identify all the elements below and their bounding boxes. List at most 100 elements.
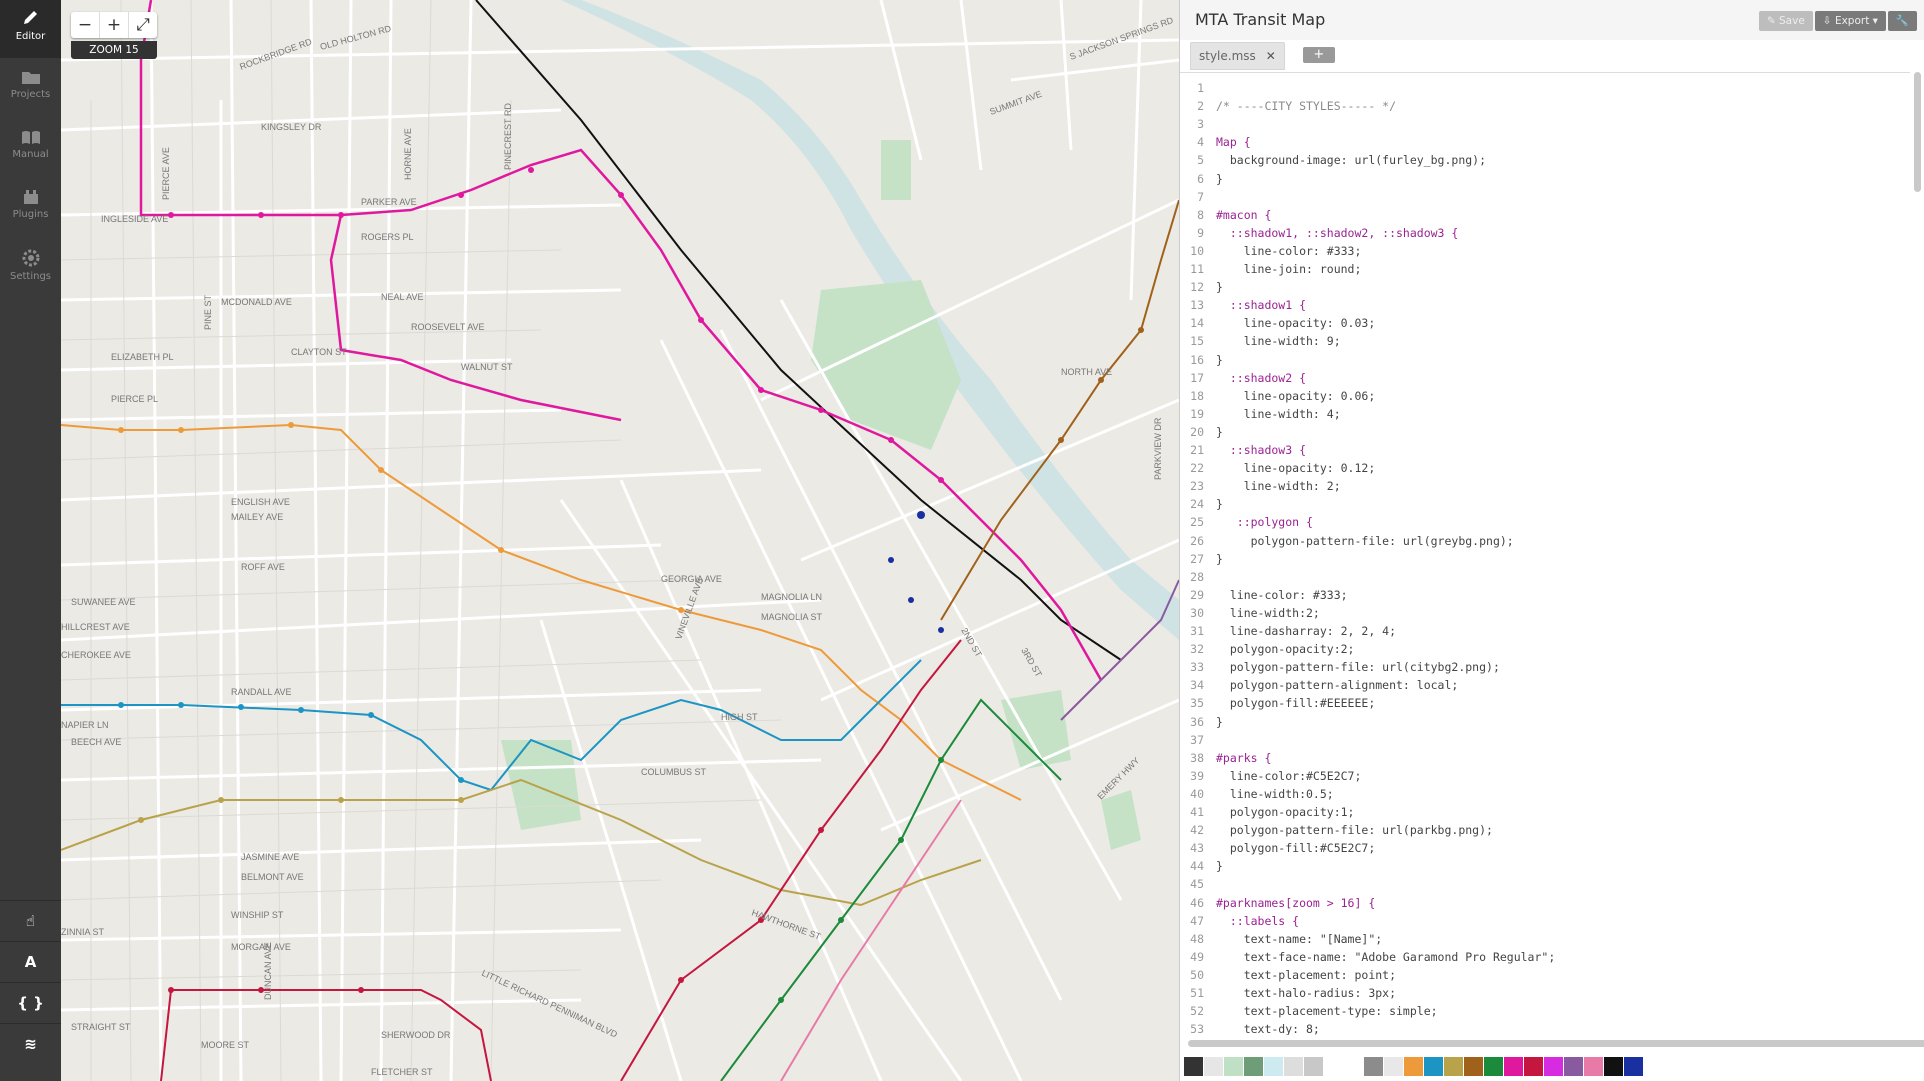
close-icon[interactable]: ✕ <box>1266 49 1276 63</box>
line-number: 22 <box>1190 461 1204 476</box>
street-label: LITTLE RICHARD PENNIMAN BLVD <box>480 968 619 1040</box>
color-swatch[interactable] <box>1584 1057 1603 1076</box>
route-red-2 <box>620 639 962 1081</box>
line-number: 1 <box>1197 81 1204 95</box>
line-number: 31 <box>1190 624 1204 638</box>
line-number: 33 <box>1190 660 1204 675</box>
save-button[interactable]: ✎ Save <box>1758 11 1813 31</box>
route-blue <box>61 659 922 792</box>
nav-plugins[interactable]: Plugins <box>0 180 61 238</box>
street-label: DUNCAN AVE <box>263 942 273 1000</box>
nav-projects[interactable]: Projects <box>0 60 61 118</box>
book-icon <box>21 131 40 144</box>
line-number: 7 <box>1197 189 1204 204</box>
color-swatch[interactable] <box>1204 1057 1223 1076</box>
add-stylesheet-button[interactable]: + <box>1302 47 1335 63</box>
wrench-icon[interactable]: 🔧 <box>1887 11 1917 31</box>
line-number: 40 <box>1190 786 1204 801</box>
street-label: SUMMIT AVE <box>988 89 1043 117</box>
color-swatch[interactable] <box>1224 1057 1243 1076</box>
zoom-in-button[interactable]: + <box>100 12 129 38</box>
code-braces-icon[interactable]: { } <box>0 982 61 1023</box>
street-label: MORGAN AVE <box>231 942 291 952</box>
nav-manual-label: Manual <box>12 149 49 160</box>
line-number: 45 <box>1190 877 1204 892</box>
color-swatch[interactable] <box>1184 1057 1203 1076</box>
horizontal-scrollbar[interactable] <box>1188 1040 1924 1047</box>
color-swatch[interactable] <box>1524 1057 1543 1076</box>
color-swatch[interactable] <box>1324 1057 1343 1076</box>
street-label: RANDALL AVE <box>231 687 292 697</box>
hand-pointer-icon[interactable]: ☝ <box>0 900 61 941</box>
fullscreen-icon[interactable]: ⤢ <box>129 12 157 38</box>
street-label: ROOSEVELT AVE <box>411 322 485 332</box>
street-grid <box>61 0 1179 1081</box>
nav-plugins-label: Plugins <box>12 209 49 220</box>
code-text: } <box>1216 714 1223 729</box>
line-number: 49 <box>1190 949 1204 964</box>
street-label: BEECH AVE <box>71 737 121 747</box>
color-swatch[interactable] <box>1344 1057 1363 1076</box>
street-label: OLD HOLTON RD <box>319 23 393 52</box>
street-label: FLETCHER ST <box>371 1067 433 1077</box>
code-text: ::shadow3 { <box>1216 443 1307 457</box>
color-swatch[interactable] <box>1464 1057 1483 1076</box>
nav-settings-label: Settings <box>9 271 51 282</box>
pencil-icon <box>23 11 37 24</box>
color-swatch[interactable] <box>1404 1057 1423 1076</box>
code-area[interactable]: 1 2/* ----CITY STYLES----- */3 4 Map {5 bac… <box>1180 72 1910 1035</box>
color-swatch[interactable] <box>1284 1057 1303 1076</box>
code-text: polygon-pattern-file: url(citybg2.png); <box>1216 660 1500 675</box>
color-swatch[interactable] <box>1364 1057 1383 1076</box>
color-swatch[interactable] <box>1264 1057 1283 1076</box>
street-label: GEORGIA AVE <box>661 574 722 584</box>
street-label: HIGH ST <box>721 712 758 722</box>
code-text: text-name: "[Name]"; <box>1216 931 1383 946</box>
nav-settings[interactable]: Settings <box>0 240 61 298</box>
color-swatch[interactable] <box>1604 1057 1623 1076</box>
nav-editor[interactable]: Editor <box>0 0 61 58</box>
color-swatch[interactable] <box>1544 1057 1563 1076</box>
color-swatch[interactable] <box>1244 1057 1263 1076</box>
street-label: STRAIGHT ST <box>71 1022 131 1032</box>
code-text: } <box>1216 497 1223 512</box>
color-swatch[interactable] <box>1444 1057 1463 1076</box>
line-number: 44 <box>1190 859 1204 874</box>
color-swatch[interactable] <box>1384 1057 1403 1076</box>
color-swatch[interactable] <box>1624 1057 1643 1076</box>
vertical-scrollbar[interactable] <box>1914 72 1921 192</box>
street-label: CLAYTON ST <box>291 347 347 357</box>
street-label: ROCKBRIDGE RD <box>238 36 313 72</box>
code-text: text-halo-radius: 3px; <box>1216 986 1397 1000</box>
tab-style-mss[interactable]: style.mss ✕ <box>1190 42 1285 70</box>
street-label: COLUMBUS ST <box>641 767 707 777</box>
nav-projects-label: Projects <box>10 89 51 100</box>
layers-icon[interactable]: ≋ <box>0 1023 61 1064</box>
map-canvas[interactable]: ROCKBRIDGE RD OLD HOLTON RD KINGSLEY DR … <box>61 0 1179 1081</box>
street-label: MAILEY AVE <box>231 512 283 522</box>
route-pink <box>780 799 962 1081</box>
text-tool-icon[interactable]: A <box>0 941 61 982</box>
code-text: polygon-opacity:2; <box>1216 642 1355 657</box>
color-swatch[interactable] <box>1304 1057 1323 1076</box>
line-number: 15 <box>1190 334 1204 349</box>
line-number: 25 <box>1190 515 1204 530</box>
color-swatch[interactable] <box>1504 1057 1523 1076</box>
map-layer: ROCKBRIDGE RD OLD HOLTON RD KINGSLEY DR … <box>61 0 1179 1081</box>
nav-manual[interactable]: Manual <box>0 120 61 178</box>
zoom-out-button[interactable]: − <box>71 12 100 38</box>
color-swatch[interactable] <box>1424 1057 1443 1076</box>
color-swatch[interactable] <box>1564 1057 1583 1076</box>
save-label: Save <box>1779 15 1805 27</box>
street-label: PARKER AVE <box>361 197 417 207</box>
code-text: } <box>1216 280 1223 295</box>
code-text: #parks { <box>1216 750 1272 765</box>
code-text: line-join: round; <box>1216 262 1362 276</box>
code-text: line-width: 2; <box>1216 479 1341 494</box>
street-label: ELIZABETH PL <box>111 352 174 362</box>
code-text: line-width:0.5; <box>1216 786 1334 801</box>
color-swatch[interactable] <box>1484 1057 1503 1076</box>
export-button[interactable]: ⇩ Export ▾ <box>1814 11 1886 31</box>
code-text: } <box>1216 859 1223 874</box>
line-number: 8 <box>1197 207 1204 222</box>
